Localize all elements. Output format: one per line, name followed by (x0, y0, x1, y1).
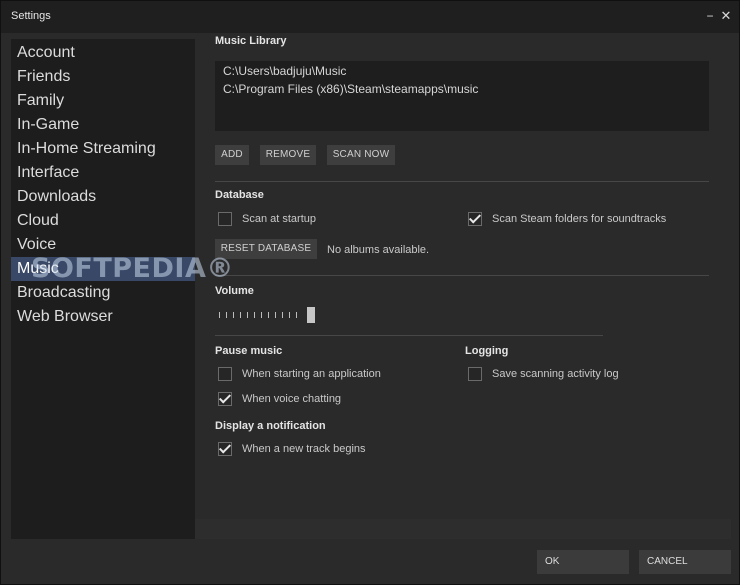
new-track-notification-label: When a new track begins (242, 443, 366, 455)
sidebar-item-broadcasting[interactable]: Broadcasting (11, 281, 195, 305)
scan-steam-folders-label: Scan Steam folders for soundtracks (492, 213, 667, 225)
cancel-button[interactable]: CANCEL (639, 550, 731, 574)
minimize-icon[interactable]: − (703, 9, 717, 23)
slider-tick (254, 312, 255, 318)
logging-heading: Logging (465, 345, 509, 357)
music-library-list[interactable]: C:\Users\badjuju\Music C:\Program Files … (215, 61, 709, 131)
pause-voice-chatting-checkbox[interactable] (218, 391, 232, 406)
music-settings-panel: Music Library C:\Users\badjuju\Music C:\… (195, 35, 731, 539)
scan-now-button[interactable]: SCAN NOW (327, 145, 395, 165)
reset-database-button[interactable]: RESET DATABASE (215, 239, 317, 259)
slider-tick (268, 312, 269, 318)
add-button[interactable]: ADD (215, 145, 249, 165)
settings-sidebar: Account Friends Family In-Game In-Home S… (11, 39, 195, 539)
scan-steam-folders-checkbox[interactable] (468, 211, 482, 226)
save-scanning-log-checkbox[interactable] (468, 367, 482, 381)
sidebar-item-family[interactable]: Family (11, 89, 195, 113)
database-status: No albums available. (327, 244, 430, 256)
pause-starting-app-checkbox[interactable] (218, 367, 232, 381)
sidebar-item-in-game[interactable]: In-Game (11, 113, 195, 137)
sidebar-item-downloads[interactable]: Downloads (11, 185, 195, 209)
save-scanning-log-label: Save scanning activity log (492, 368, 619, 380)
sidebar-item-in-home-streaming[interactable]: In-Home Streaming (11, 137, 195, 161)
slider-tick (261, 312, 262, 318)
pause-voice-chatting-label: When voice chatting (242, 393, 342, 405)
pause-starting-app-label: When starting an application (242, 368, 381, 380)
section-divider (215, 181, 709, 182)
scan-at-startup-label: Scan at startup (242, 213, 316, 225)
library-path-item[interactable]: C:\Program Files (x86)\Steam\steamapps\m… (223, 82, 478, 96)
sidebar-item-music[interactable]: Music (11, 257, 195, 281)
settings-window: Settings − ✕ Account Friends Family In-G… (0, 0, 740, 585)
slider-tick (289, 312, 290, 318)
database-heading: Database (215, 189, 264, 201)
close-icon[interactable]: ✕ (719, 9, 733, 23)
library-path-item[interactable]: C:\Users\badjuju\Music (223, 64, 346, 78)
sidebar-item-account[interactable]: Account (11, 41, 195, 65)
slider-tick (233, 312, 234, 318)
remove-button[interactable]: REMOVE (260, 145, 316, 165)
volume-slider[interactable] (215, 307, 315, 325)
music-library-heading: Music Library (215, 35, 287, 47)
slider-tick (240, 312, 241, 318)
sidebar-item-voice[interactable]: Voice (11, 233, 195, 257)
ok-button[interactable]: OK (537, 550, 629, 574)
slider-tick (282, 312, 283, 318)
volume-slider-thumb[interactable] (307, 307, 315, 323)
checkmark-icon (218, 441, 232, 454)
sidebar-item-interface[interactable]: Interface (11, 161, 195, 185)
slider-tick (219, 312, 220, 318)
section-divider (215, 275, 709, 276)
slider-tick (226, 312, 227, 318)
slider-tick (296, 312, 297, 318)
display-notification-heading: Display a notification (215, 420, 326, 432)
sidebar-item-friends[interactable]: Friends (11, 65, 195, 89)
volume-heading: Volume (215, 285, 254, 297)
slider-tick (275, 312, 276, 318)
new-track-notification-checkbox[interactable] (218, 441, 232, 456)
scan-at-startup-checkbox[interactable] (218, 212, 232, 226)
pause-music-heading: Pause music (215, 345, 283, 357)
title-bar[interactable]: Settings − ✕ (1, 1, 739, 33)
checkmark-icon (468, 211, 482, 224)
sidebar-item-web-browser[interactable]: Web Browser (11, 305, 195, 329)
sidebar-item-cloud[interactable]: Cloud (11, 209, 195, 233)
section-divider (215, 335, 603, 336)
slider-tick (247, 312, 248, 318)
window-title: Settings (11, 10, 51, 22)
checkmark-icon (218, 391, 232, 404)
